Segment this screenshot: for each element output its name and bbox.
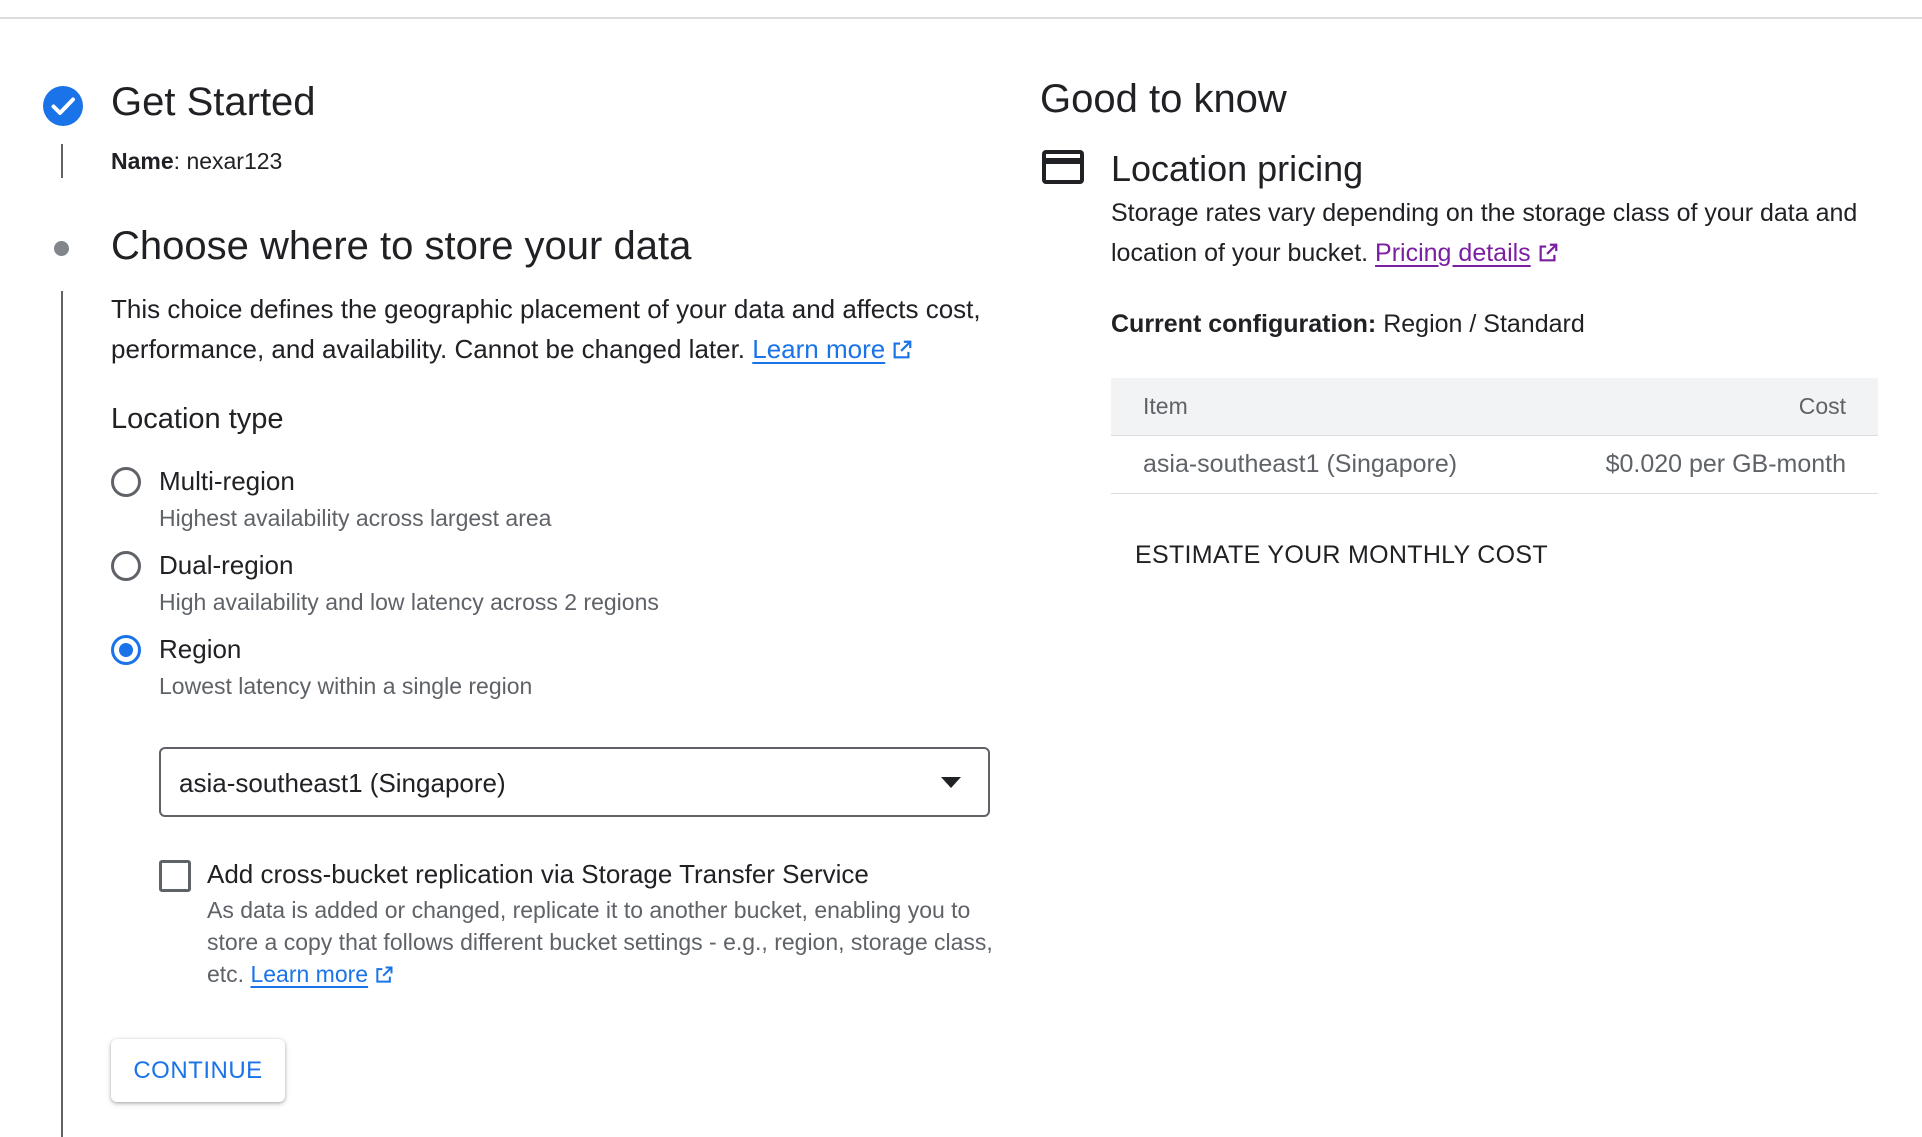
dropdown-arrow-icon[interactable] xyxy=(941,777,961,788)
replication-checkbox[interactable] xyxy=(159,860,191,892)
bucket-name-summary: Name: nexar123 xyxy=(111,148,283,174)
stepper-line xyxy=(61,144,63,178)
table-cell-cost: $0.020 per GB-month xyxy=(1535,435,1878,494)
radio-label[interactable]: Dual-region xyxy=(159,550,293,581)
name-label: Name xyxy=(111,148,174,174)
pricing-details-label[interactable]: Pricing details xyxy=(1375,239,1531,267)
location-pricing-title: Location pricing xyxy=(1111,148,1364,189)
radio-description: Lowest latency within a single region xyxy=(159,673,533,699)
pricing-description: Storage rates vary depending on the stor… xyxy=(1111,193,1871,273)
replication-description: As data is added or changed, replicate i… xyxy=(207,894,1007,990)
radio-button[interactable] xyxy=(111,551,141,581)
learn-more-label[interactable]: Learn more xyxy=(250,961,368,987)
estimate-monthly-cost-button[interactable]: ESTIMATE YOUR MONTHLY COST xyxy=(1135,541,1548,570)
step-dot-icon xyxy=(54,241,69,256)
location-description: This choice defines the geographic place… xyxy=(111,289,1011,369)
table-row: asia-southeast1 (Singapore) $0.020 per G… xyxy=(1111,435,1878,494)
pricing-table: Item Cost asia-southeast1 (Singapore) $0… xyxy=(1111,378,1878,494)
pricing-details-link[interactable]: Pricing details xyxy=(1375,239,1531,267)
replication-learn-more-link[interactable]: Learn more xyxy=(250,961,368,987)
top-divider xyxy=(0,0,1922,19)
radio-button[interactable] xyxy=(111,467,141,497)
learn-more-link[interactable]: Learn more xyxy=(752,334,885,364)
step-get-started-title[interactable]: Get Started xyxy=(111,80,316,125)
radio-button-selected[interactable] xyxy=(111,635,141,665)
name-value: nexar123 xyxy=(186,148,283,174)
table-header-row: Item Cost xyxy=(1111,378,1878,436)
external-link-icon[interactable] xyxy=(1537,242,1559,264)
region-select-value[interactable]: asia-southeast1 (Singapore) xyxy=(179,768,506,799)
location-type-heading: Location type xyxy=(111,403,284,435)
step-location-title: Choose where to store your data xyxy=(111,224,692,268)
radio-label[interactable]: Multi-region xyxy=(159,466,295,497)
current-configuration: Current configuration: Region / Standard xyxy=(1111,310,1585,339)
radio-description: High availability and low latency across… xyxy=(159,589,659,615)
external-link-icon[interactable] xyxy=(374,965,394,985)
column-header-item: Item xyxy=(1111,378,1536,436)
region-select[interactable]: asia-southeast1 (Singapore) xyxy=(159,747,990,817)
config-value: Region / Standard xyxy=(1383,310,1585,338)
table-cell-item: asia-southeast1 (Singapore) xyxy=(1111,435,1536,494)
stepper-line xyxy=(61,291,63,1137)
check-circle-icon xyxy=(43,86,83,126)
good-to-know-title: Good to know xyxy=(1040,77,1287,121)
learn-more-label[interactable]: Learn more xyxy=(752,334,885,364)
credit-card-icon xyxy=(1042,150,1084,184)
column-header-cost: Cost xyxy=(1535,378,1878,436)
external-link-icon[interactable] xyxy=(891,339,913,361)
radio-label[interactable]: Region xyxy=(159,634,241,665)
radio-description: Highest availability across largest area xyxy=(159,505,552,531)
config-label: Current configuration: xyxy=(1111,310,1377,338)
continue-button[interactable]: CONTINUE xyxy=(111,1039,285,1102)
replication-label[interactable]: Add cross-bucket replication via Storage… xyxy=(207,859,869,890)
